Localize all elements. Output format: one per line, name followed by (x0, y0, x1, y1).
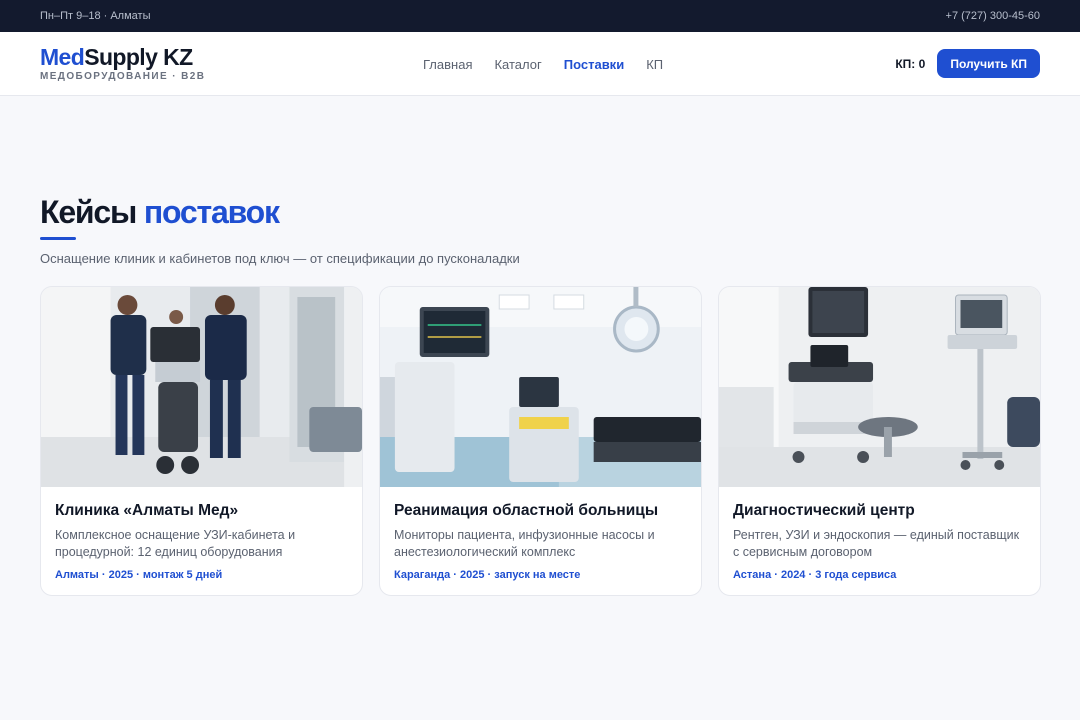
title-underline (40, 237, 76, 240)
nav-item-deliveries[interactable]: Поставки (564, 57, 624, 72)
case-meta: Алматы · 2025 · монтаж 5 дней (55, 569, 223, 581)
logo-wordmark: MedSupply KZ (40, 44, 193, 70)
case-title: Диагностический центр (733, 502, 915, 519)
header-actions: КП: 0 Получить КП (895, 49, 1040, 78)
working-hours: Пн–Пт 9–18 · Алматы (40, 10, 151, 22)
case-description: Рентген, УЗИ и эндоскопия — единый поста… (733, 528, 1020, 559)
case-meta: Караганда · 2025 · запуск на месте (394, 569, 581, 581)
case-description: Комплексное оснащение УЗИ-кабинета и про… (55, 528, 296, 559)
kp-counter[interactable]: КП: 0 (895, 57, 925, 71)
top-info-bar: Пн–Пт 9–18 · Алматы +7 (727) 300-45-60 (0, 0, 1080, 32)
case-photo-diagnostic-room (719, 287, 1040, 487)
cases-section-header: Кейсы поставок Оснащение клиник и кабине… (40, 192, 1040, 266)
nav-item-catalog[interactable]: Каталог (494, 57, 541, 72)
main-nav: Главная Каталог Поставки КП (423, 32, 663, 96)
nav-item-home[interactable]: Главная (423, 57, 472, 72)
nav-item-kp[interactable]: КП (646, 57, 663, 72)
page-title: Кейсы поставок (40, 194, 280, 230)
case-description: Мониторы пациента, инфузионные насосы и … (394, 528, 655, 559)
case-cards: Клиника «Алматы Мед» Комплексное оснащен… (40, 286, 1041, 596)
get-kp-button[interactable]: Получить КП (937, 49, 1040, 78)
case-photo-technicians (41, 287, 362, 487)
case-card[interactable]: Реанимация областной больницы Мониторы п… (379, 286, 702, 596)
logo-tagline: МЕДОБОРУДОВАНИЕ · B2B (40, 71, 206, 82)
case-card[interactable]: Клиника «Алматы Мед» Комплексное оснащен… (40, 286, 363, 596)
case-photo-operating-room (380, 287, 701, 487)
case-card[interactable]: Диагностический центр Рентген, УЗИ и энд… (718, 286, 1041, 596)
site-header: MedSupply KZ МЕДОБОРУДОВАНИЕ · B2B Главн… (0, 32, 1080, 96)
case-title: Реанимация областной больницы (394, 502, 659, 519)
case-title: Клиника «Алматы Мед» (55, 502, 239, 519)
case-meta: Астана · 2024 · 3 года сервиса (733, 569, 897, 581)
section-subtitle: Оснащение клиник и кабинетов под ключ — … (40, 251, 520, 266)
phone-number[interactable]: +7 (727) 300-45-60 (946, 10, 1040, 22)
logo[interactable]: MedSupply KZ МЕДОБОРУДОВАНИЕ · B2B (40, 45, 205, 82)
